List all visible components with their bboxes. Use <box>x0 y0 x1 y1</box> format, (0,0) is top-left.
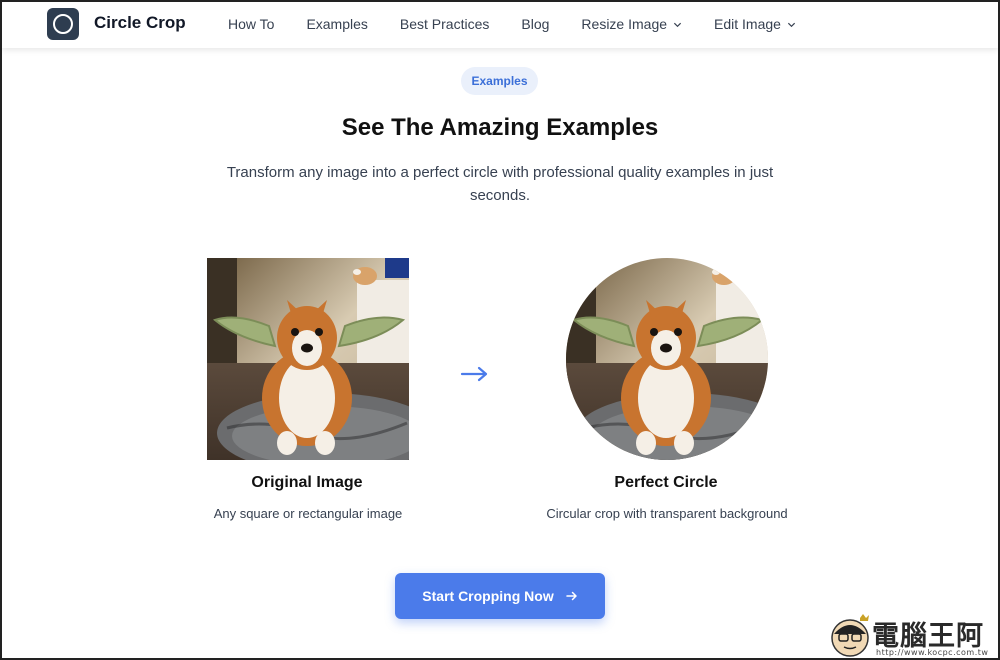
original-image <box>207 258 409 460</box>
nav-item-examples[interactable]: Examples <box>306 16 367 32</box>
perfect-circle-desc: Circular crop with transparent backgroun… <box>546 506 788 521</box>
brand-name[interactable]: Circle Crop <box>94 13 186 33</box>
chevron-down-icon <box>787 22 796 27</box>
nav-item-resize-image[interactable]: Resize Image <box>581 16 682 32</box>
nav-item-blog[interactable]: Blog <box>521 16 549 32</box>
original-image-title: Original Image <box>251 474 363 491</box>
chevron-down-icon <box>673 22 682 27</box>
section-subtitle: Transform any image into a perfect circl… <box>226 164 774 204</box>
main-nav: How To Examples Best Practices Blog Resi… <box>228 16 828 32</box>
section-badge: Examples <box>461 67 538 95</box>
circle-cropped-image <box>566 258 768 460</box>
section-title: See The Amazing Examples <box>341 114 659 141</box>
original-image-desc: Any square or rectangular image <box>213 506 403 521</box>
watermark-logo: 電腦王阿達 http://www.kocpc.com.tw <box>828 612 998 658</box>
start-cropping-button[interactable]: Start Cropping Now <box>395 573 605 619</box>
mascot-icon <box>831 614 869 657</box>
arrow-right-icon <box>565 591 577 601</box>
perfect-circle-title: Perfect Circle <box>614 474 718 491</box>
nav-item-how-to[interactable]: How To <box>228 16 274 32</box>
nav-item-edit-image[interactable]: Edit Image <box>714 16 796 32</box>
arrow-right-icon <box>460 366 488 382</box>
window-frame <box>0 0 1000 660</box>
nav-item-best-practices[interactable]: Best Practices <box>400 16 489 32</box>
circle-logo-icon[interactable] <box>47 8 79 40</box>
top-navigation-bar: Circle Crop How To Examples Best Practic… <box>2 2 998 48</box>
